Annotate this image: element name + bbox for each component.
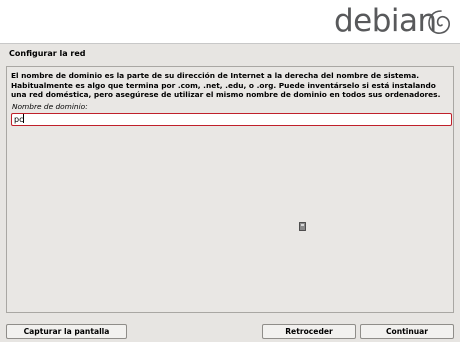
- domain-input-value: pc: [14, 115, 24, 124]
- domain-description: El nombre de dominio es la parte de su d…: [11, 71, 441, 99]
- domain-field-label: Nombre de dominio:: [12, 102, 88, 111]
- text-caret: [23, 114, 25, 123]
- installer-main: Configurar la red El nombre de dominio e…: [0, 44, 460, 342]
- debian-logo-text: debian: [334, 3, 437, 39]
- continue-button[interactable]: Continuar: [360, 324, 454, 339]
- page-title: Configurar la red: [9, 49, 86, 58]
- header-banner: debian: [0, 0, 460, 43]
- domain-name-input[interactable]: pc: [11, 113, 452, 126]
- debian-swirl-icon: [428, 10, 450, 34]
- content-panel: El nombre de dominio es la parte de su d…: [6, 66, 454, 313]
- mouse-pointer-icon: [299, 222, 306, 231]
- screenshot-button[interactable]: Capturar la pantalla: [6, 324, 127, 339]
- back-button[interactable]: Retroceder: [262, 324, 356, 339]
